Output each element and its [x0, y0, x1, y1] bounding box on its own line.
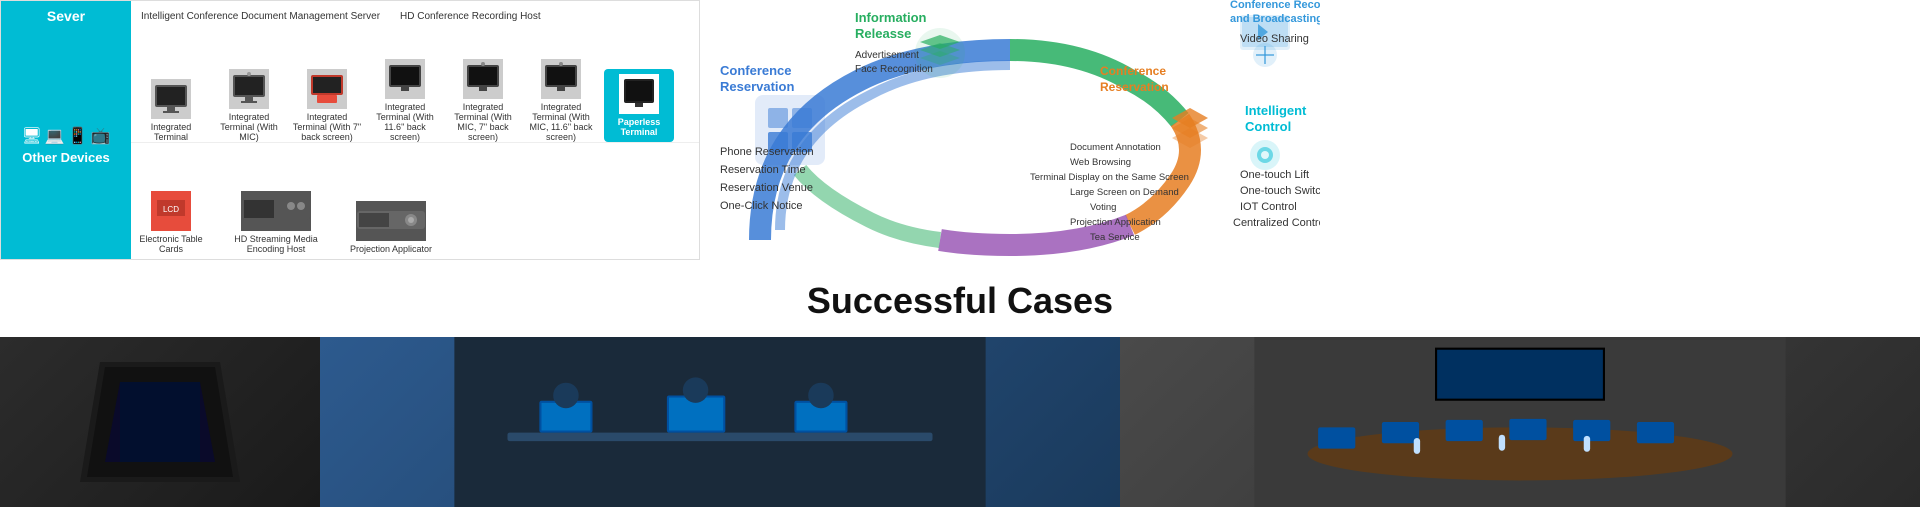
svg-text:Reservation: Reservation: [720, 79, 794, 94]
left-panel: Sever Intelligent Conference Document Ma…: [0, 0, 700, 260]
svg-text:Conference: Conference: [720, 63, 792, 78]
svg-text:Conference: Conference: [1100, 64, 1166, 78]
svg-text:One-Click Notice: One-Click Notice: [720, 200, 803, 212]
terminal-icon-3: [385, 59, 425, 99]
device-name-1: Integrated Terminal (With MIC): [214, 112, 284, 142]
device-item-0: Integrated Terminal: [136, 79, 206, 142]
svg-text:Web Browsing: Web Browsing: [1070, 157, 1131, 168]
other-device-0: LCD Electronic Table Cards: [136, 191, 206, 254]
image-conference-room: [1120, 337, 1920, 507]
table-card-icon: LCD: [151, 191, 191, 231]
svg-text:Reservation Venue: Reservation Venue: [720, 182, 813, 194]
svg-text:Tea Service: Tea Service: [1090, 232, 1140, 243]
server-item-1: Intelligent Conference Document Manageme…: [141, 11, 380, 22]
device-name-2: Integrated Terminal (With 7" back screen…: [292, 112, 362, 142]
diagram-section: Conference Reservation Phone Reservation…: [700, 0, 1320, 260]
tablet-icon: 📱: [68, 126, 88, 146]
device-item-2: Integrated Terminal (With 7" back screen…: [292, 69, 362, 142]
other-devices-label: Other Devices: [22, 150, 109, 165]
device-name-5: Integrated Terminal (With MIC, 11.6" bac…: [526, 102, 596, 142]
terminal-icon-2: [307, 69, 347, 109]
svg-text:Projection Application: Projection Application: [1070, 217, 1161, 228]
svg-text:Centralized Control: Centralized Control: [1233, 217, 1320, 229]
svg-text:One-touch Switch: One-touch Switch: [1240, 185, 1320, 197]
devices-row: 🖥 💻 📱 📺 Other Devices Integrated Termina…: [1, 31, 699, 259]
server-row: Sever Intelligent Conference Document Ma…: [1, 1, 699, 31]
svg-text:Releasse: Releasse: [855, 26, 911, 41]
other-device-name-0: Electronic Table Cards: [136, 234, 206, 254]
server-item-2: HD Conference Recording Host: [400, 11, 541, 22]
successful-cases-title: Successful Cases: [0, 280, 1920, 322]
other-devices-box: 🖥 💻 📱 📺 Other Devices: [1, 31, 131, 259]
svg-text:Reservation: Reservation: [1100, 80, 1169, 94]
device-item-4: Integrated Terminal (With MIC, 7" back s…: [448, 59, 518, 142]
svg-text:Reservation Time: Reservation Time: [720, 164, 806, 176]
server-items: Intelligent Conference Document Manageme…: [131, 1, 699, 31]
device-name-6: Paperless Terminal: [609, 117, 669, 137]
svg-text:Advertisement: Advertisement: [855, 50, 919, 61]
other-device-name-2: Projection Applicator: [350, 244, 432, 254]
svg-text:Video Sharing: Video Sharing: [1240, 33, 1309, 45]
svg-text:Large Screen on Demand: Large Screen on Demand: [1070, 187, 1179, 198]
terminal-icon-5: [541, 59, 581, 99]
other-device-1: HD Streaming Media Encoding Host: [226, 191, 326, 254]
other-devices-icons: 🖥 💻 📱 📺: [21, 126, 110, 146]
device-name-0: Integrated Terminal: [136, 122, 206, 142]
device-item-5: Integrated Terminal (With MIC, 11.6" bac…: [526, 59, 596, 142]
device-item-6: Paperless Terminal: [604, 69, 674, 142]
server-label: Sever: [1, 1, 131, 31]
device-name-3: Integrated Terminal (With 11.6" back scr…: [370, 102, 440, 142]
image-device: [0, 337, 320, 507]
encoder-icon: [241, 191, 311, 231]
svg-text:Control: Control: [1245, 119, 1291, 134]
desktop-icon: 💻: [45, 126, 65, 146]
images-section: [0, 337, 1920, 507]
successful-cases-section: Successful Cases: [0, 260, 1920, 337]
device-row-bottom: LCD Electronic Table Cards HD Streaming …: [131, 143, 699, 259]
svg-text:One-touch Lift: One-touch Lift: [1240, 169, 1309, 181]
device-row-top: Integrated Terminal Integrated Terminal …: [131, 31, 699, 143]
svg-text:Face Recognition: Face Recognition: [855, 64, 933, 75]
terminal-icon-4: [463, 59, 503, 99]
svg-text:Document Annotation: Document Annotation: [1070, 142, 1161, 153]
svg-text:Information: Information: [855, 10, 927, 25]
other-device-2: Projection Applicator: [346, 201, 436, 254]
svg-text:Conference Recording: Conference Recording: [1230, 0, 1320, 11]
svg-text:Phone Reservation: Phone Reservation: [720, 146, 814, 158]
svg-text:IOT Control: IOT Control: [1240, 201, 1297, 213]
svg-text:Voting: Voting: [1090, 202, 1116, 213]
projector-icon: [356, 201, 426, 241]
svg-text:LCD: LCD: [163, 205, 179, 214]
tv-icon: 📺: [91, 126, 111, 146]
other-device-name-1: HD Streaming Media Encoding Host: [226, 234, 326, 254]
terminal-icon-0: [151, 79, 191, 119]
device-item-1: Integrated Terminal (With MIC): [214, 69, 284, 142]
device-grid: Integrated Terminal Integrated Terminal …: [131, 31, 699, 259]
image-meeting-room-1: [320, 337, 1120, 507]
device-name-4: Integrated Terminal (With MIC, 7" back s…: [448, 102, 518, 142]
svg-text:Intelligent: Intelligent: [1245, 103, 1307, 118]
terminal-icon-6: [619, 74, 659, 114]
svg-text:and Broadcasting: and Broadcasting: [1230, 13, 1320, 25]
svg-text:Terminal Display on the Same S: Terminal Display on the Same Screen: [1030, 172, 1189, 183]
terminal-icon-1: [229, 69, 269, 109]
monitor-icon: 🖥: [21, 126, 41, 146]
device-item-3: Integrated Terminal (With 11.6" back scr…: [370, 59, 440, 142]
